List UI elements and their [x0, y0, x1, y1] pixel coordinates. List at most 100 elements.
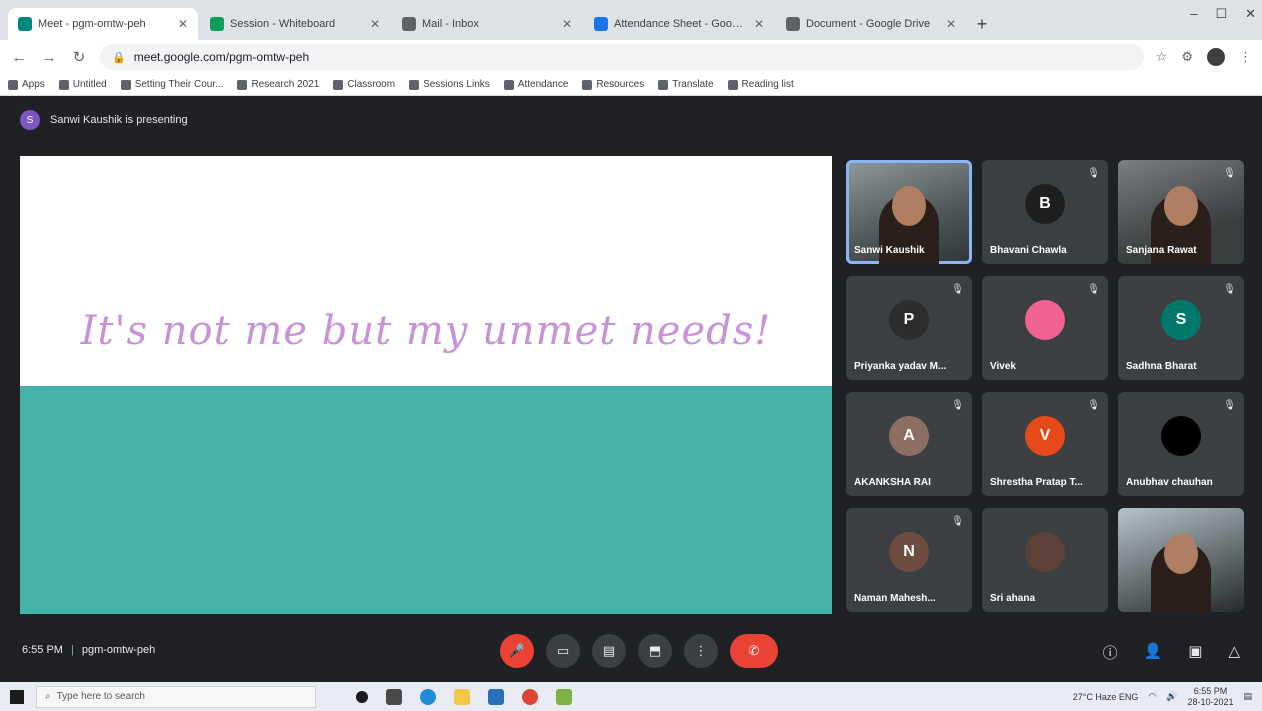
participant-tile[interactable]: B 🎙 Bhavani Chawla [982, 160, 1108, 264]
system-clock[interactable]: 6:55 PM 28-10-2021 [1187, 686, 1233, 708]
taskbar-search[interactable]: ⌕ Type here to search [36, 685, 316, 708]
extensions-icon[interactable]: ⚙ [1181, 49, 1193, 65]
participant-video-face [1164, 534, 1198, 574]
app-icon[interactable] [556, 688, 572, 705]
participant-name: Naman Mahesh... [854, 593, 936, 604]
windows-start-icon[interactable] [10, 689, 24, 704]
url-text: meet.google.com/pgm-omtw-peh [133, 50, 310, 64]
participant-avatar [1161, 415, 1201, 456]
url-omnibox[interactable]: 🔒 meet.google.com/pgm-omtw-peh [100, 44, 1144, 70]
bookmark-favicon-icon [658, 79, 669, 90]
participant-tile[interactable]: 🎙 Sanjana Rawat [1118, 160, 1244, 264]
close-window-button[interactable]: ✕ [1245, 6, 1256, 22]
volume-icon[interactable]: 🔊 [1166, 691, 1177, 702]
task-view-icon[interactable] [386, 688, 402, 705]
bookmark-label: Attendance [517, 79, 569, 90]
new-tab-button[interactable]: + [968, 8, 996, 40]
tab-close-icon[interactable]: ✕ [946, 17, 956, 31]
browser-tab[interactable]: Mail - Inbox ✕ [392, 8, 582, 40]
participant-avatar [1025, 299, 1065, 340]
forward-arrow-icon[interactable]: → [40, 49, 58, 66]
participant-tile[interactable]: S 🎙 Sadhna Bharat [1118, 276, 1244, 380]
browser-tab[interactable]: Document - Google Drive ✕ [776, 8, 966, 40]
tab-close-icon[interactable]: ✕ [178, 17, 188, 31]
mic-muted-icon: 🎙 [1087, 284, 1100, 295]
bookmark-item[interactable]: Classroom [333, 79, 395, 90]
back-arrow-icon[interactable]: ← [10, 49, 28, 66]
search-icon: ⌕ [45, 691, 51, 702]
participant-tile[interactable]: P 🎙 Priyanka yadav M... [846, 276, 972, 380]
notifications-icon[interactable]: ▤ [1243, 691, 1252, 702]
activities-icon[interactable]: △ [1228, 642, 1240, 663]
mic-muted-icon: 🎙 [951, 284, 964, 295]
reload-icon[interactable]: ↻ [70, 48, 88, 66]
wifi-icon[interactable]: ◠ [1148, 691, 1156, 702]
bookmark-item[interactable]: Untitled [58, 79, 107, 90]
bookmark-label: Research 2021 [251, 79, 320, 90]
captions-button[interactable]: ▤ [592, 634, 626, 668]
tab-close-icon[interactable]: ✕ [754, 17, 764, 31]
meeting-info-separator: | [70, 644, 74, 656]
more-options-button[interactable]: ⋮ [684, 634, 718, 668]
bookmark-item[interactable]: Translate [658, 79, 714, 90]
bookmark-item[interactable]: Reading list [727, 79, 794, 90]
store-icon[interactable] [488, 688, 504, 705]
bookmark-item[interactable]: Resources [582, 79, 644, 90]
chat-icon[interactable]: ▣ [1188, 642, 1202, 663]
participant-tile[interactable]: Sanwi Kaushik [846, 160, 972, 264]
info-icon[interactable]: ⓘ [1103, 642, 1118, 663]
browser-tab-bar: Meet - pgm-omtw-peh ✕ Session - Whiteboard… [0, 0, 1262, 40]
browser-tab[interactable]: Meet - pgm-omtw-peh ✕ [8, 8, 198, 40]
participant-tile[interactable]: 🎙 Vivek [982, 276, 1108, 380]
mic-off-button[interactable]: 🎤 [500, 634, 534, 668]
mic-muted-icon: 🎙 [1223, 400, 1236, 411]
bookmark-item[interactable]: Research 2021 [237, 79, 319, 90]
star-icon[interactable]: ☆ [1156, 49, 1168, 65]
bookmark-item[interactable]: Attendance [503, 79, 569, 90]
mic-muted-icon: 🎙 [1223, 168, 1236, 179]
file-explorer-icon[interactable] [454, 688, 470, 705]
browser-tab[interactable]: Session - Whiteboard ✕ [200, 8, 390, 40]
camera-button[interactable]: ▭ [546, 634, 580, 668]
lock-icon: 🔒 [112, 51, 126, 64]
cortana-icon[interactable] [356, 690, 368, 703]
meet-toolbar: 6:55 PM | pgm-omtw-peh 🎤 ▭ ▤ ⬒ ⋮ ✆ ⓘ 👤 ▣… [0, 622, 1262, 682]
browser-tab[interactable]: Attendance Sheet - Google Sheets ✕ [584, 8, 774, 40]
participant-tile[interactable]: V 🎙 Shrestha Pratap T... [982, 392, 1108, 496]
bookmark-label: Apps [22, 79, 45, 90]
maximize-button[interactable]: ☐ [1215, 6, 1227, 22]
participant-tile[interactable]: N 🎙 Naman Mahesh... [846, 508, 972, 612]
tab-favicon-icon [402, 17, 416, 31]
minimize-button[interactable]: – [1190, 6, 1197, 22]
participant-tile[interactable]: Sri ahana [982, 508, 1108, 612]
tab-favicon-icon [210, 17, 224, 31]
tab-close-icon[interactable]: ✕ [370, 17, 380, 31]
menu-icon[interactable]: ⋮ [1239, 49, 1252, 65]
bookmark-favicon-icon [409, 79, 420, 90]
participant-grid: Sanwi Kaushik B 🎙 Bhavani Chawla 🎙 Sanjana Ra… [846, 160, 1244, 612]
meeting-code: pgm-omtw-peh [81, 644, 156, 656]
participant-name: Anubhav chauhan [1126, 477, 1213, 488]
bookmark-item[interactable]: Setting Their Cour... [120, 79, 223, 90]
present-screen-button[interactable]: ⬒ [638, 634, 672, 668]
participant-tile[interactable] [1118, 508, 1244, 612]
participant-tile[interactable]: 🎙 Anubhav chauhan [1118, 392, 1244, 496]
tab-close-icon[interactable]: ✕ [562, 17, 572, 31]
presenting-text: Sanwi Kaushik is presenting [50, 114, 188, 126]
people-icon[interactable]: 👤 [1144, 642, 1163, 663]
participant-name: Priyanka yadav M... [854, 361, 947, 372]
hangup-button[interactable]: ✆ [730, 634, 778, 668]
windows-taskbar: ⌕ Type here to search 27°C Haze ENG ◠ 🔊 … [0, 682, 1262, 711]
profile-avatar[interactable] [1207, 48, 1225, 66]
side-panel-controls: ⓘ 👤 ▣ △ [1103, 642, 1240, 663]
tab-favicon-icon [786, 17, 800, 31]
bookmark-item[interactable]: Sessions Links [409, 79, 490, 90]
bookmark-favicon-icon [582, 79, 593, 90]
edge-icon[interactable] [420, 688, 436, 705]
chrome-icon[interactable] [522, 688, 538, 705]
tray-status: 27°C Haze ENG [1072, 691, 1139, 702]
bookmark-favicon-icon [8, 79, 18, 90]
bookmark-item[interactable]: Apps [8, 79, 45, 90]
participant-tile[interactable]: A 🎙 AKANKSHA RAI [846, 392, 972, 496]
presenting-banner: S Sanwi Kaushik is presenting [20, 110, 188, 130]
